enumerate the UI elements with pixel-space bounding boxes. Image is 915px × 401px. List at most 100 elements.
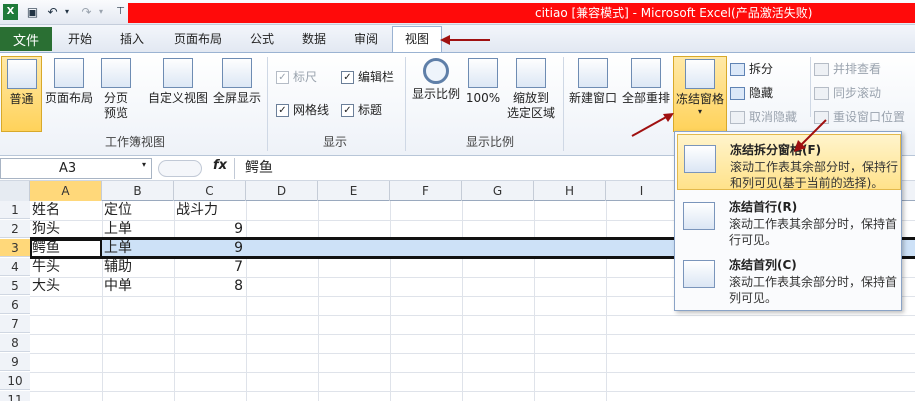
tab-formulas[interactable]: 公式 xyxy=(246,30,278,49)
undo-dropdown-icon[interactable]: ▾ xyxy=(62,4,72,20)
zoom-button[interactable]: 显示比例 xyxy=(410,56,462,102)
zoom-to-selection-button[interactable]: 缩放到 选定区域 xyxy=(503,56,559,121)
cell-c5[interactable]: 8 xyxy=(174,277,246,296)
customize-qat-icon[interactable]: ⊤ xyxy=(112,4,129,20)
page-break-preview-button[interactable]: 分页 预览 xyxy=(96,56,136,121)
tab-page-layout[interactable]: 页面布局 xyxy=(170,30,226,49)
tab-data[interactable]: 数据 xyxy=(298,30,330,49)
annotation-arrow-icon xyxy=(440,35,490,45)
undo-icon[interactable]: ↶ xyxy=(44,4,61,20)
zoom-100-button[interactable]: 100% xyxy=(464,56,502,106)
column-header-b[interactable]: B xyxy=(102,181,174,201)
page-break-icon xyxy=(101,58,131,88)
gridline xyxy=(30,315,915,316)
menu-item-freeze-first-column[interactable]: 冻结首列(C) 滚动工作表其余部分时，保持首列可见。 xyxy=(677,250,901,306)
insert-function-button[interactable]: fx xyxy=(213,158,227,173)
redo-dropdown-icon: ▾ xyxy=(98,7,103,16)
row-header-9[interactable]: 9 xyxy=(0,353,30,371)
split-button[interactable]: 拆分 xyxy=(730,59,773,79)
row-header-2[interactable]: 2 xyxy=(0,220,30,238)
tab-insert[interactable]: 插入 xyxy=(116,30,148,49)
page-layout-view-button[interactable]: 页面布局 xyxy=(43,56,95,106)
formula-bar-resize-handle[interactable] xyxy=(158,160,202,177)
separator xyxy=(563,57,564,151)
freeze-first-column-icon xyxy=(683,260,715,288)
cell-a5[interactable]: 大头 xyxy=(32,277,60,296)
column-header-i[interactable]: I xyxy=(606,181,678,201)
cell-b4[interactable]: 辅助 xyxy=(104,258,132,277)
menu-item-freeze-top-row[interactable]: 冻结首行(R) 滚动工作表其余部分时，保持首行可见。 xyxy=(677,192,901,248)
select-all-button[interactable] xyxy=(0,181,30,201)
freeze-dropdown-icon: ▾ xyxy=(697,107,702,116)
column-header-a[interactable]: A xyxy=(30,181,102,201)
ruler-check-icon: ✓ xyxy=(276,70,289,84)
row-header-10[interactable]: 10 xyxy=(0,372,30,390)
column-header-d[interactable]: D xyxy=(246,181,318,201)
row-header-7[interactable]: 7 xyxy=(0,315,30,333)
cell-c4[interactable]: 7 xyxy=(174,258,246,277)
freeze-panes-button[interactable]: 冻结窗格 ▾ xyxy=(673,56,727,132)
new-window-button[interactable]: 新建窗口 xyxy=(566,56,620,106)
cell-b5[interactable]: 中单 xyxy=(104,277,132,296)
gridline xyxy=(102,201,103,401)
headings-label: 标题 xyxy=(358,103,383,117)
freeze-panes-icon xyxy=(685,59,715,89)
tab-home[interactable]: 开始 xyxy=(64,30,96,49)
menu-item-description: 滚动工作表其余部分时，保持行和列可见(基于当前的选择)。 xyxy=(730,160,899,190)
row-header-5[interactable]: 5 xyxy=(0,277,30,295)
page-layout-icon xyxy=(54,58,84,88)
cell-c3[interactable]: 9 xyxy=(174,239,246,258)
name-box-dropdown-icon[interactable]: ▾ xyxy=(142,160,146,169)
row-header-1[interactable]: 1 xyxy=(0,201,30,219)
row-header-8[interactable]: 8 xyxy=(0,334,30,352)
column-header-c[interactable]: C xyxy=(174,181,246,201)
menu-item-description: 滚动工作表其余部分时，保持首列可见。 xyxy=(729,275,898,305)
column-header-f[interactable]: F xyxy=(390,181,462,201)
reset-position-label: 重设窗口位置 xyxy=(833,110,906,124)
arrange-all-icon xyxy=(631,58,661,88)
row-header-6[interactable]: 6 xyxy=(0,296,30,314)
cell-a2[interactable]: 狗头 xyxy=(32,220,60,239)
hide-label: 隐藏 xyxy=(749,86,774,100)
full-screen-button[interactable]: 全屏显示 xyxy=(210,56,264,106)
cell-c1[interactable]: 战斗力 xyxy=(176,201,218,220)
cell-b1[interactable]: 定位 xyxy=(104,201,132,220)
sync-scroll-label: 同步滚动 xyxy=(833,86,882,100)
cell-b2[interactable]: 上单 xyxy=(104,220,132,239)
cell-c2[interactable]: 9 xyxy=(174,220,246,239)
gridlines-checkbox[interactable]: ✓ 网格线 xyxy=(276,100,329,120)
name-box[interactable]: A3 xyxy=(0,158,152,179)
cell-a1[interactable]: 姓名 xyxy=(32,201,60,220)
column-header-e[interactable]: E xyxy=(318,181,390,201)
side-by-side-button: 并排查看 xyxy=(814,59,881,79)
row-header-11[interactable]: 11 xyxy=(0,391,30,401)
save-icon[interactable]: ▣ xyxy=(24,4,41,20)
page-break-label-2: 预览 xyxy=(103,106,128,120)
gridlines-label: 网格线 xyxy=(293,103,330,117)
formula-bar-checkbox[interactable]: ✓ 编辑栏 xyxy=(341,67,394,87)
arrange-all-button[interactable]: 全部重排 xyxy=(620,56,672,106)
workbook-views-group-label: 工作簿视图 xyxy=(104,135,165,149)
headings-checkbox[interactable]: ✓ 标题 xyxy=(341,100,382,120)
new-window-icon xyxy=(578,58,608,88)
custom-views-button[interactable]: 自定义视图 xyxy=(147,56,209,106)
gridline xyxy=(30,391,915,392)
hide-button[interactable]: 隐藏 xyxy=(730,83,773,103)
menu-item-title: 冻结首列(C) xyxy=(729,258,797,272)
zoom-selection-icon xyxy=(516,58,546,88)
tab-review[interactable]: 审阅 xyxy=(350,30,382,49)
column-header-h[interactable]: H xyxy=(534,181,606,201)
gridline xyxy=(462,201,463,401)
normal-view-button[interactable]: 普通 xyxy=(1,56,42,132)
tab-file[interactable]: 文件 xyxy=(0,27,52,51)
row-header-3[interactable]: 3 xyxy=(0,239,30,257)
cell-a4[interactable]: 牛头 xyxy=(32,258,60,277)
cell-a3[interactable]: 鳄鱼 xyxy=(32,239,60,258)
row-header-4[interactable]: 4 xyxy=(0,258,30,276)
cell-b3[interactable]: 上单 xyxy=(104,239,132,258)
menu-item-freeze-panes[interactable]: 冻结拆分窗格(F) 滚动工作表其余部分时，保持行和列可见(基于当前的选择)。 xyxy=(677,134,901,190)
column-header-g[interactable]: G xyxy=(462,181,534,201)
freeze-top-row-icon xyxy=(683,202,715,230)
tab-view[interactable]: 视图 xyxy=(392,26,442,53)
formula-input[interactable]: 鳄鱼 xyxy=(245,158,273,178)
